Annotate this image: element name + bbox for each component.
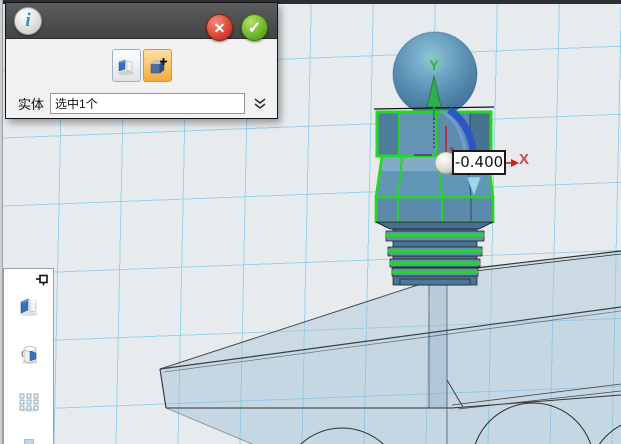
- toolbar-partial-icon[interactable]: [24, 439, 34, 444]
- entity-selection-input[interactable]: [50, 93, 245, 114]
- axis-y-label: Y: [429, 57, 439, 73]
- info-icon[interactable]: i: [14, 7, 42, 35]
- dimension-value-box[interactable]: -0.400: [452, 150, 506, 175]
- entity-row: 实体: [6, 93, 277, 114]
- cancel-button[interactable]: ✕: [206, 14, 233, 41]
- revolve-tool-button[interactable]: [16, 341, 42, 367]
- boolean-add-icon: [147, 56, 168, 76]
- axis-x-arrow-handle[interactable]: [505, 159, 519, 167]
- boolean-add-button[interactable]: [143, 49, 172, 82]
- base-plate[interactable]: [160, 251, 621, 444]
- feature-toolbar: [3, 268, 54, 444]
- valve-threads-selected[interactable]: [386, 229, 484, 285]
- pattern-icon: [17, 390, 41, 414]
- pattern-tool-button[interactable]: [16, 389, 42, 415]
- boolean-base-button[interactable]: [112, 49, 141, 82]
- double-chevron-down-icon: [253, 97, 267, 111]
- axis-x-label: X: [519, 151, 529, 168]
- application-window: Y -0.400 X i ✕ ✓: [0, 0, 621, 444]
- boolean-mode-row: [6, 39, 277, 82]
- confirm-button[interactable]: ✓: [241, 14, 268, 41]
- feature-options-dialog: i ✕ ✓: [5, 2, 278, 119]
- extrude-icon: [17, 294, 41, 318]
- entity-label: 实体: [18, 94, 44, 113]
- toolbar-buttons: [4, 293, 53, 415]
- dialog-titlebar[interactable]: i ✕ ✓: [6, 3, 277, 39]
- boolean-base-icon: [116, 56, 136, 76]
- pin-icon[interactable]: [35, 273, 49, 287]
- revolve-icon: [17, 342, 41, 366]
- extrude-tool-button[interactable]: [16, 293, 42, 319]
- expand-options-button[interactable]: [251, 96, 269, 112]
